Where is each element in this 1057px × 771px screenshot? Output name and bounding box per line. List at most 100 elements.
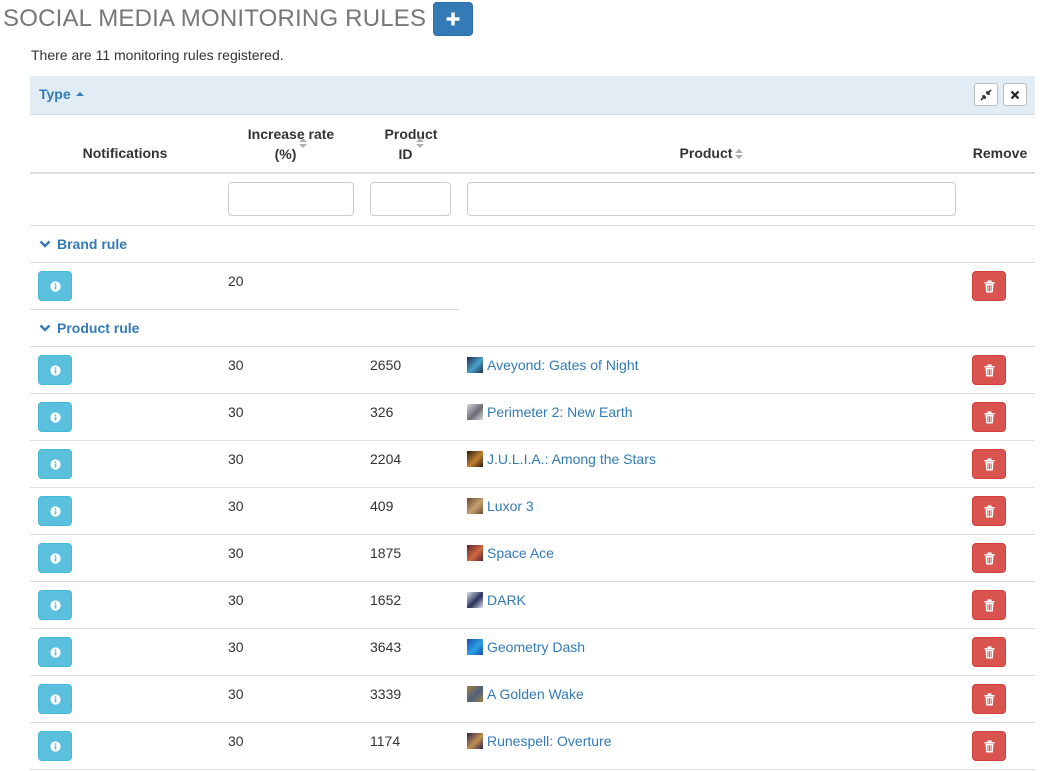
product-cell: Aveyond: Gates of Night	[467, 357, 639, 373]
remove-rule-button[interactable]	[972, 271, 1006, 301]
info-circle-icon	[49, 411, 61, 423]
info-circle-icon	[49, 280, 61, 292]
product-thumbnail	[467, 498, 483, 514]
table-row: 30 326 Perimeter 2: New Earth	[30, 394, 1035, 441]
trash-icon	[984, 504, 994, 517]
info-circle-icon	[49, 599, 61, 611]
collapse-groups-button[interactable]	[974, 83, 998, 106]
increase-rate-cell: 20	[228, 273, 244, 289]
info-circle-icon	[49, 646, 61, 658]
product-link[interactable]: Aveyond: Gates of Night	[487, 357, 639, 373]
trash-icon	[984, 645, 994, 658]
product-link[interactable]: J.U.L.I.A.: Among the Stars	[487, 451, 656, 467]
col-pid-label-1: Product	[384, 126, 438, 142]
product-id-cell: 2204	[370, 451, 402, 467]
product-link[interactable]: Perimeter 2: New Earth	[487, 404, 633, 420]
product-cell: J.U.L.I.A.: Among the Stars	[467, 451, 656, 467]
remove-rule-button[interactable]	[972, 496, 1006, 526]
col-rate-label-2: (%)	[274, 146, 297, 162]
add-rule-button[interactable]	[433, 2, 474, 36]
page-title: SOCIAL MEDIA MONITORING RULES	[3, 5, 427, 32]
product-thumbnail	[467, 357, 483, 373]
remove-rule-button[interactable]	[972, 731, 1006, 761]
table-row: 30 1875 Space Ace	[30, 535, 1035, 582]
group-toggle[interactable]: Product rule	[39, 320, 139, 336]
increase-rate-cell: 30	[228, 498, 244, 514]
trash-icon	[984, 410, 994, 423]
group-row: Product rule	[30, 310, 1035, 347]
trash-icon	[984, 363, 994, 376]
rules-summary: There are 11 monitoring rules registered…	[31, 47, 284, 63]
col-product[interactable]: Product	[467, 143, 956, 163]
product-thumbnail	[467, 639, 483, 655]
group-by-label: Type	[39, 86, 71, 102]
product-id-filter[interactable]	[370, 182, 451, 216]
chevron-down-icon	[39, 240, 51, 248]
notifications-info-button[interactable]	[38, 271, 72, 301]
sort-icon	[735, 149, 744, 160]
notifications-info-button[interactable]	[38, 684, 72, 714]
remove-rule-button[interactable]	[972, 684, 1006, 714]
product-id-cell: 409	[370, 498, 394, 514]
notifications-info-button[interactable]	[38, 496, 72, 526]
group-row: Brand rule	[30, 226, 1035, 263]
increase-rate-cell: 30	[228, 733, 244, 749]
table-row: 30 1652 DARK	[30, 582, 1035, 629]
remove-rule-button[interactable]	[972, 637, 1006, 667]
group-label: Brand rule	[57, 236, 128, 252]
notifications-info-button[interactable]	[38, 590, 72, 620]
notifications-info-button[interactable]	[38, 402, 72, 432]
info-circle-icon	[49, 364, 61, 376]
remove-rule-button[interactable]	[972, 355, 1006, 385]
product-thumbnail	[467, 686, 483, 702]
close-icon	[1010, 90, 1020, 99]
product-cell: Luxor 3	[467, 498, 534, 514]
info-circle-icon	[49, 552, 61, 564]
product-filter[interactable]	[467, 182, 956, 216]
trash-icon	[984, 598, 994, 611]
title-bar: SOCIAL MEDIA MONITORING RULES	[3, 2, 474, 36]
increase-rate-filter[interactable]	[228, 182, 354, 216]
remove-rule-button[interactable]	[972, 590, 1006, 620]
col-product-id[interactable]: Product ID	[370, 124, 452, 164]
group-by-type[interactable]: Type	[39, 86, 84, 102]
remove-grouping-button[interactable]	[1003, 83, 1027, 106]
remove-rule-button[interactable]	[972, 402, 1006, 432]
group-toggle[interactable]: Brand rule	[39, 236, 127, 252]
product-cell: Geometry Dash	[467, 639, 585, 655]
increase-rate-cell: 30	[228, 545, 244, 561]
increase-rate-cell: 30	[228, 592, 244, 608]
table-header: Notifications Increase rate (%) Product …	[30, 115, 1035, 174]
product-link[interactable]: Geometry Dash	[487, 639, 585, 655]
notifications-info-button[interactable]	[38, 543, 72, 573]
col-rate-label-1: Increase rate	[247, 126, 335, 142]
table-row: 30 3339 A Golden Wake	[30, 676, 1035, 723]
info-circle-icon	[49, 458, 61, 470]
product-id-cell: 1875	[370, 545, 402, 561]
trash-icon	[984, 551, 994, 564]
product-link[interactable]: Space Ace	[487, 545, 554, 561]
product-cell: Perimeter 2: New Earth	[467, 404, 633, 420]
product-thumbnail	[467, 545, 483, 561]
remove-rule-button[interactable]	[972, 543, 1006, 573]
notifications-info-button[interactable]	[38, 355, 72, 385]
product-link[interactable]: Luxor 3	[487, 498, 534, 514]
group-label: Product rule	[57, 320, 140, 336]
col-product-label: Product	[679, 145, 733, 161]
trash-icon	[984, 692, 994, 705]
table-row: 30 1174 Runespell: Overture	[30, 723, 1035, 770]
product-cell: DARK	[467, 592, 526, 608]
group-by-bar: Type	[30, 76, 1035, 115]
notifications-info-button[interactable]	[38, 449, 72, 479]
notifications-info-button[interactable]	[38, 637, 72, 667]
trash-icon	[984, 279, 994, 292]
col-increase-rate[interactable]: Increase rate (%)	[228, 124, 354, 164]
chevron-down-icon	[39, 324, 51, 332]
product-link[interactable]: DARK	[487, 592, 526, 608]
remove-rule-button[interactable]	[972, 449, 1006, 479]
info-circle-icon	[49, 693, 61, 705]
product-link[interactable]: A Golden Wake	[487, 686, 584, 702]
product-link[interactable]: Runespell: Overture	[487, 733, 612, 749]
filter-row	[30, 174, 1035, 226]
notifications-info-button[interactable]	[38, 731, 72, 761]
